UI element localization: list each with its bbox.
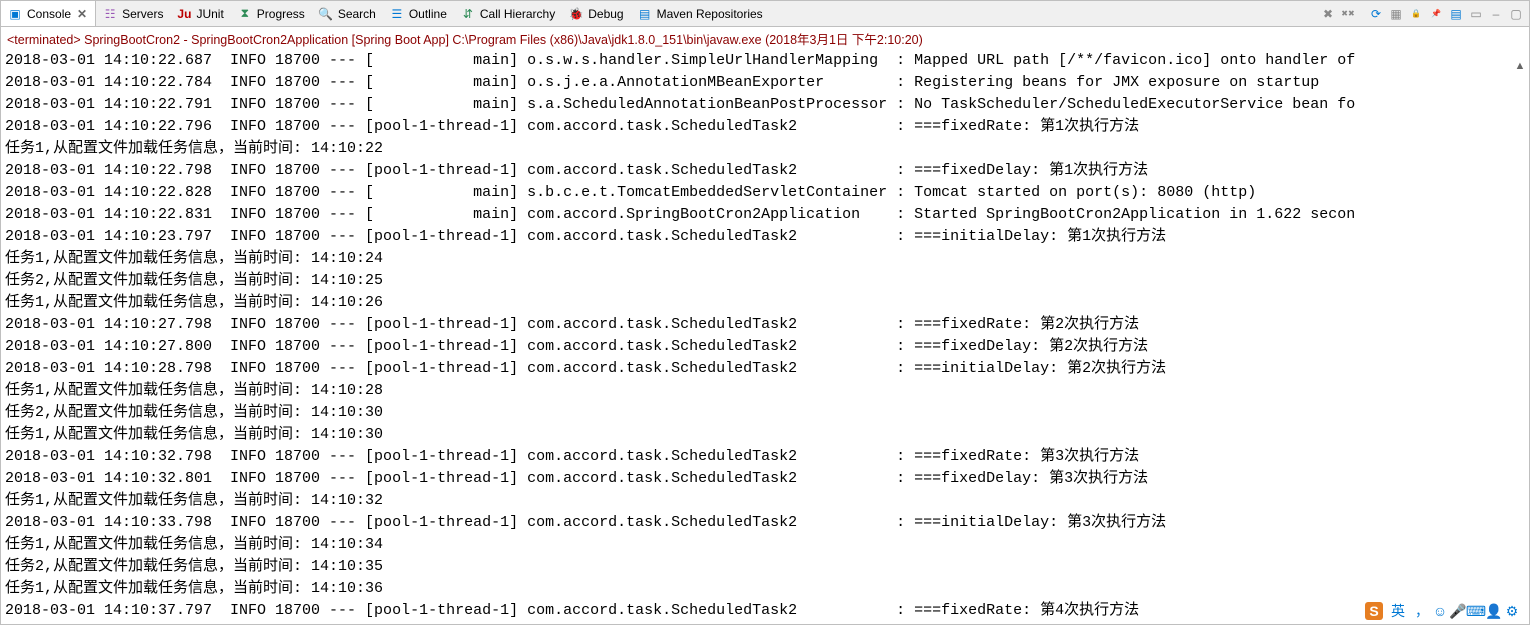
call-hierarchy-icon: ⇵ — [460, 6, 476, 22]
tab-label: JUnit — [196, 7, 223, 21]
remove-all-icon[interactable]: ✖✖ — [1339, 5, 1357, 23]
scroll-up-icon[interactable]: ▲ — [1512, 60, 1528, 76]
tab-search[interactable]: 🔍 Search — [312, 1, 383, 26]
search-icon: 🔍 — [318, 6, 334, 22]
servers-icon: ☷ — [102, 6, 118, 22]
maximize-icon[interactable]: ▢ — [1507, 5, 1525, 23]
tab-bar: ▣ Console ✕ ☷ Servers Ju JUnit ⧗ Progress 🔍 Search… — [1, 1, 1529, 27]
tab-label: Outline — [409, 7, 447, 21]
ime-lang-label[interactable]: 英 — [1389, 602, 1407, 620]
ime-keyboard-icon[interactable]: ⌨ — [1467, 602, 1485, 620]
console-output-area[interactable]: 2018-03-01 14:10:22.687 INFO 18700 --- [… — [1, 50, 1529, 624]
tab-servers[interactable]: ☷ Servers — [96, 1, 170, 26]
tab-label: Progress — [257, 7, 305, 21]
junit-icon: Ju — [176, 6, 192, 22]
progress-icon: ⧗ — [237, 6, 253, 22]
ime-mic-icon[interactable]: 🎤 — [1449, 602, 1467, 620]
tab-label: Search — [338, 7, 376, 21]
console-text[interactable]: 2018-03-01 14:10:22.687 INFO 18700 --- [… — [1, 50, 1529, 622]
tab-junit[interactable]: Ju JUnit — [170, 1, 230, 26]
outline-icon: ☰ — [389, 6, 405, 22]
maven-icon: ▤ — [637, 6, 653, 22]
open-console-icon[interactable]: ▭ — [1467, 5, 1485, 23]
display-selected-icon[interactable]: ▤ — [1447, 5, 1465, 23]
debug-icon: 🐞 — [568, 6, 584, 22]
ime-bar[interactable]: S 英 ，☺🎤⌨👤⚙ — [1362, 601, 1524, 622]
tab-label: Servers — [122, 7, 163, 21]
tab-progress[interactable]: ⧗ Progress — [231, 1, 312, 26]
tab-label: Maven Repositories — [657, 7, 763, 21]
ime-emoji-icon[interactable]: ☺ — [1431, 602, 1449, 620]
ime-settings-icon[interactable]: ⚙ — [1503, 602, 1521, 620]
console-icon: ▣ — [7, 6, 23, 22]
tab-label: Console — [27, 7, 71, 21]
tab-maven-repositories[interactable]: ▤ Maven Repositories — [631, 1, 770, 26]
console-toolbar: ✖✖✖ ⟳▦🔒📌▤▭–▢ — [1319, 5, 1529, 23]
tab-call-hierarchy[interactable]: ⇵ Call Hierarchy — [454, 1, 562, 26]
tab-label: Debug — [588, 7, 623, 21]
ime-user-icon[interactable]: 👤 — [1485, 602, 1503, 620]
launch-status-line: <terminated> SpringBootCron2 - SpringBoo… — [1, 27, 1529, 50]
console-panel: ▣ Console ✕ ☷ Servers Ju JUnit ⧗ Progress 🔍 Search… — [0, 0, 1530, 625]
tab-outline[interactable]: ☰ Outline — [383, 1, 454, 26]
ime-logo-icon[interactable]: S — [1365, 602, 1383, 620]
tab-console[interactable]: ▣ Console ✕ — [1, 1, 96, 26]
ime-punct-icon[interactable]: ， — [1413, 602, 1431, 620]
minimize-icon[interactable]: – — [1487, 5, 1505, 23]
tab-debug[interactable]: 🐞 Debug — [562, 1, 630, 26]
terminate-relaunch-icon[interactable]: ⟳ — [1367, 5, 1385, 23]
view-tabs: ▣ Console ✕ ☷ Servers Ju JUnit ⧗ Progress 🔍 Search… — [1, 1, 770, 26]
pin-icon[interactable]: 📌 — [1427, 5, 1445, 23]
clear-icon[interactable]: ▦ — [1387, 5, 1405, 23]
close-icon[interactable]: ✕ — [75, 7, 89, 21]
tab-label: Call Hierarchy — [480, 7, 555, 21]
remove-launch-icon[interactable]: ✖ — [1319, 5, 1337, 23]
scroll-lock-icon[interactable]: 🔒 — [1407, 5, 1425, 23]
